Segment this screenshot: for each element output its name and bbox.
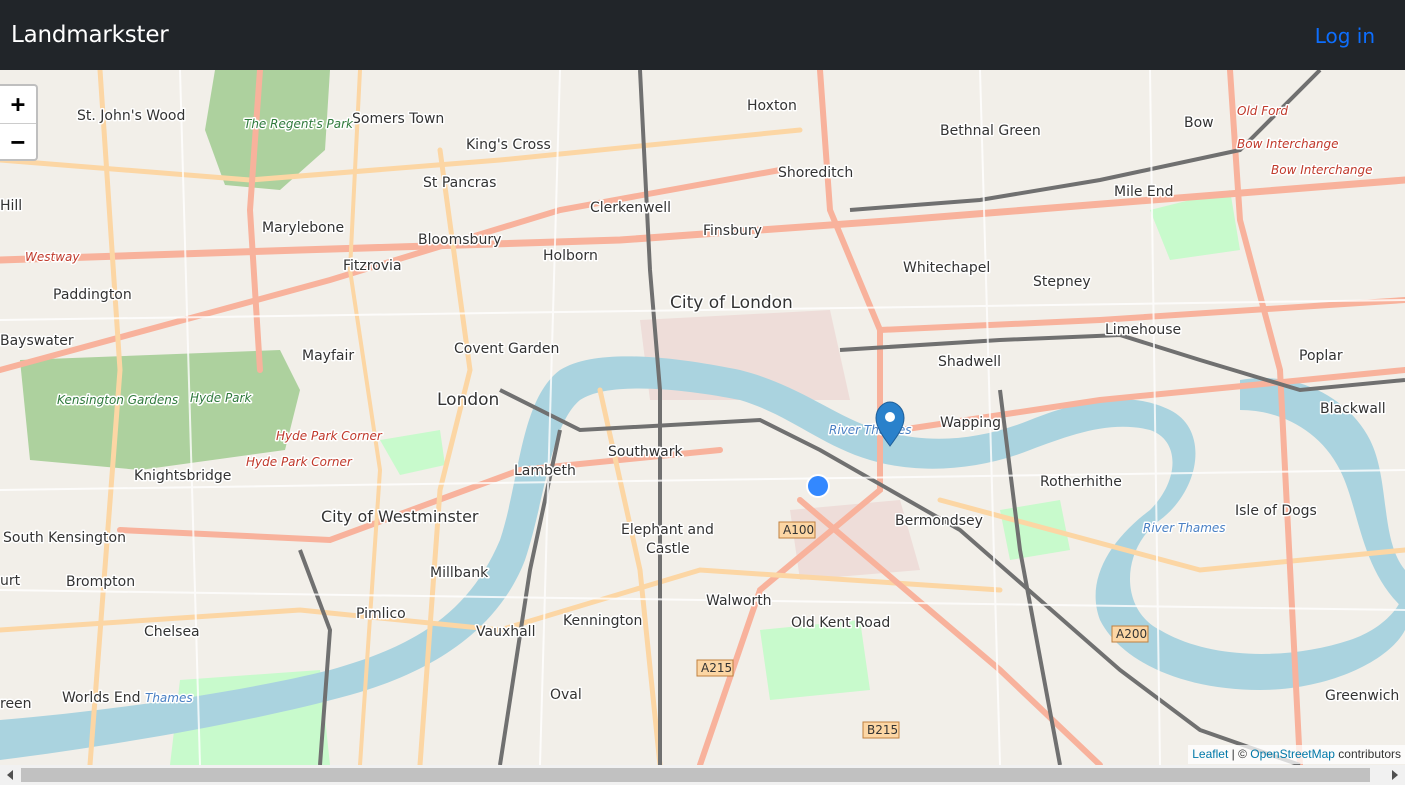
scroll-right-icon[interactable]	[1392, 770, 1398, 780]
scrollbar-thumb[interactable]	[21, 768, 1370, 782]
map-label: St Pancras	[423, 175, 496, 191]
map-label: Poplar	[1299, 348, 1343, 364]
brand-title[interactable]: Landmarkster	[11, 22, 169, 48]
map-label: Wapping	[940, 415, 1001, 431]
map-label: Mayfair	[302, 348, 354, 364]
map-label: Somers Town	[352, 111, 444, 127]
map-label: Shoreditch	[778, 165, 853, 181]
osm-link[interactable]: OpenStreetMap	[1250, 747, 1335, 761]
road-shield: A215	[701, 661, 732, 675]
map-label: Hoxton	[747, 98, 797, 114]
map-label: City of Westminster	[321, 507, 479, 526]
map-label: Limehouse	[1105, 322, 1181, 338]
map-label: Knightsbridge	[134, 468, 231, 484]
map-canvas[interactable]: St. John's Wood Somers Town Hoxton Bethn…	[0, 70, 1405, 765]
map-label: Lambeth	[514, 463, 576, 479]
map-label: urt	[0, 573, 21, 589]
map-label: Bethnal Green	[940, 123, 1041, 139]
map-label: Millbank	[430, 565, 489, 581]
map-label: Covent Garden	[454, 341, 559, 357]
map-label: Paddington	[53, 287, 132, 303]
map-label: Shadwell	[938, 354, 1001, 370]
attribution-suffix: contributors	[1334, 747, 1401, 761]
map-label: Vauxhall	[476, 624, 535, 640]
map-label: Whitechapel	[903, 260, 990, 276]
poi-label: Bow Interchange	[1237, 137, 1339, 151]
map-label: reen	[0, 696, 32, 712]
water-label: River Thames	[1143, 521, 1226, 535]
road-shield: A100	[783, 523, 814, 537]
attribution-separator: | ©	[1228, 747, 1251, 761]
road-shield: A200	[1116, 627, 1147, 641]
map-label: Bow	[1184, 115, 1214, 131]
map-label: Isle of Dogs	[1235, 503, 1317, 519]
park-label: Kensington Gardens	[57, 393, 178, 407]
road-shield: B215	[867, 723, 898, 737]
map-label: Hill	[0, 198, 22, 214]
map-label: Finsbury	[703, 223, 762, 239]
map-label: Blackwall	[1320, 401, 1386, 417]
map-label: Pimlico	[356, 606, 406, 622]
park-label: The Regent's Park	[244, 117, 354, 131]
map-label: Rotherhithe	[1040, 474, 1122, 490]
map-label: Holborn	[543, 248, 598, 264]
poi-label: Bow Interchange	[1271, 163, 1373, 177]
map-label: Elephant and	[621, 522, 714, 538]
water-label: Thames	[145, 691, 193, 705]
map-label: Marylebone	[262, 220, 344, 236]
map-label: Oval	[550, 687, 582, 703]
top-navbar: Landmarkster Log in	[0, 0, 1405, 70]
map-label: Southwark	[608, 444, 683, 460]
park-label: Hyde Park	[190, 391, 252, 405]
map-label: Clerkenwell	[590, 200, 671, 216]
zoom-in-button[interactable]: +	[0, 86, 36, 124]
map-label: Stepney	[1033, 274, 1091, 290]
poi-label: Old Ford	[1237, 104, 1288, 118]
zoom-control: + −	[0, 84, 38, 161]
scroll-left-icon[interactable]	[7, 770, 13, 780]
map-label: Castle	[646, 541, 690, 557]
map-tiles: St. John's Wood Somers Town Hoxton Bethn…	[0, 70, 1405, 765]
map-label: Kennington	[563, 613, 642, 629]
poi-label: Westway	[25, 250, 80, 264]
login-link[interactable]: Log in	[1315, 24, 1375, 48]
map-label: Mile End	[1114, 184, 1174, 200]
map-label: Chelsea	[144, 624, 200, 640]
current-location-icon[interactable]	[806, 474, 830, 498]
map-label: Brompton	[66, 574, 135, 590]
map-label: Fitzrovia	[343, 258, 402, 274]
poi-label: Hyde Park Corner	[276, 429, 383, 443]
map-label: Bayswater	[0, 333, 74, 349]
map-label: Bermondsey	[895, 513, 983, 529]
map-label: Walworth	[706, 593, 772, 609]
map-attribution: Leaflet | © OpenStreetMap contributors	[1188, 745, 1405, 764]
poi-label: Hyde Park Corner	[246, 455, 353, 469]
map-label: South Kensington	[3, 530, 126, 546]
zoom-out-button[interactable]: −	[0, 124, 36, 161]
map-label: Greenwich	[1325, 688, 1399, 704]
map-label: City of London	[670, 293, 793, 313]
map-label: London	[437, 390, 499, 410]
map-label: King's Cross	[466, 137, 551, 153]
map-label: St. John's Wood	[77, 108, 185, 124]
leaflet-link[interactable]: Leaflet	[1192, 747, 1228, 761]
map-label: Old Kent Road	[791, 615, 890, 631]
map-label: Worlds End	[62, 690, 140, 706]
horizontal-scrollbar[interactable]	[0, 765, 1405, 785]
map-label: Bloomsbury	[418, 232, 501, 248]
